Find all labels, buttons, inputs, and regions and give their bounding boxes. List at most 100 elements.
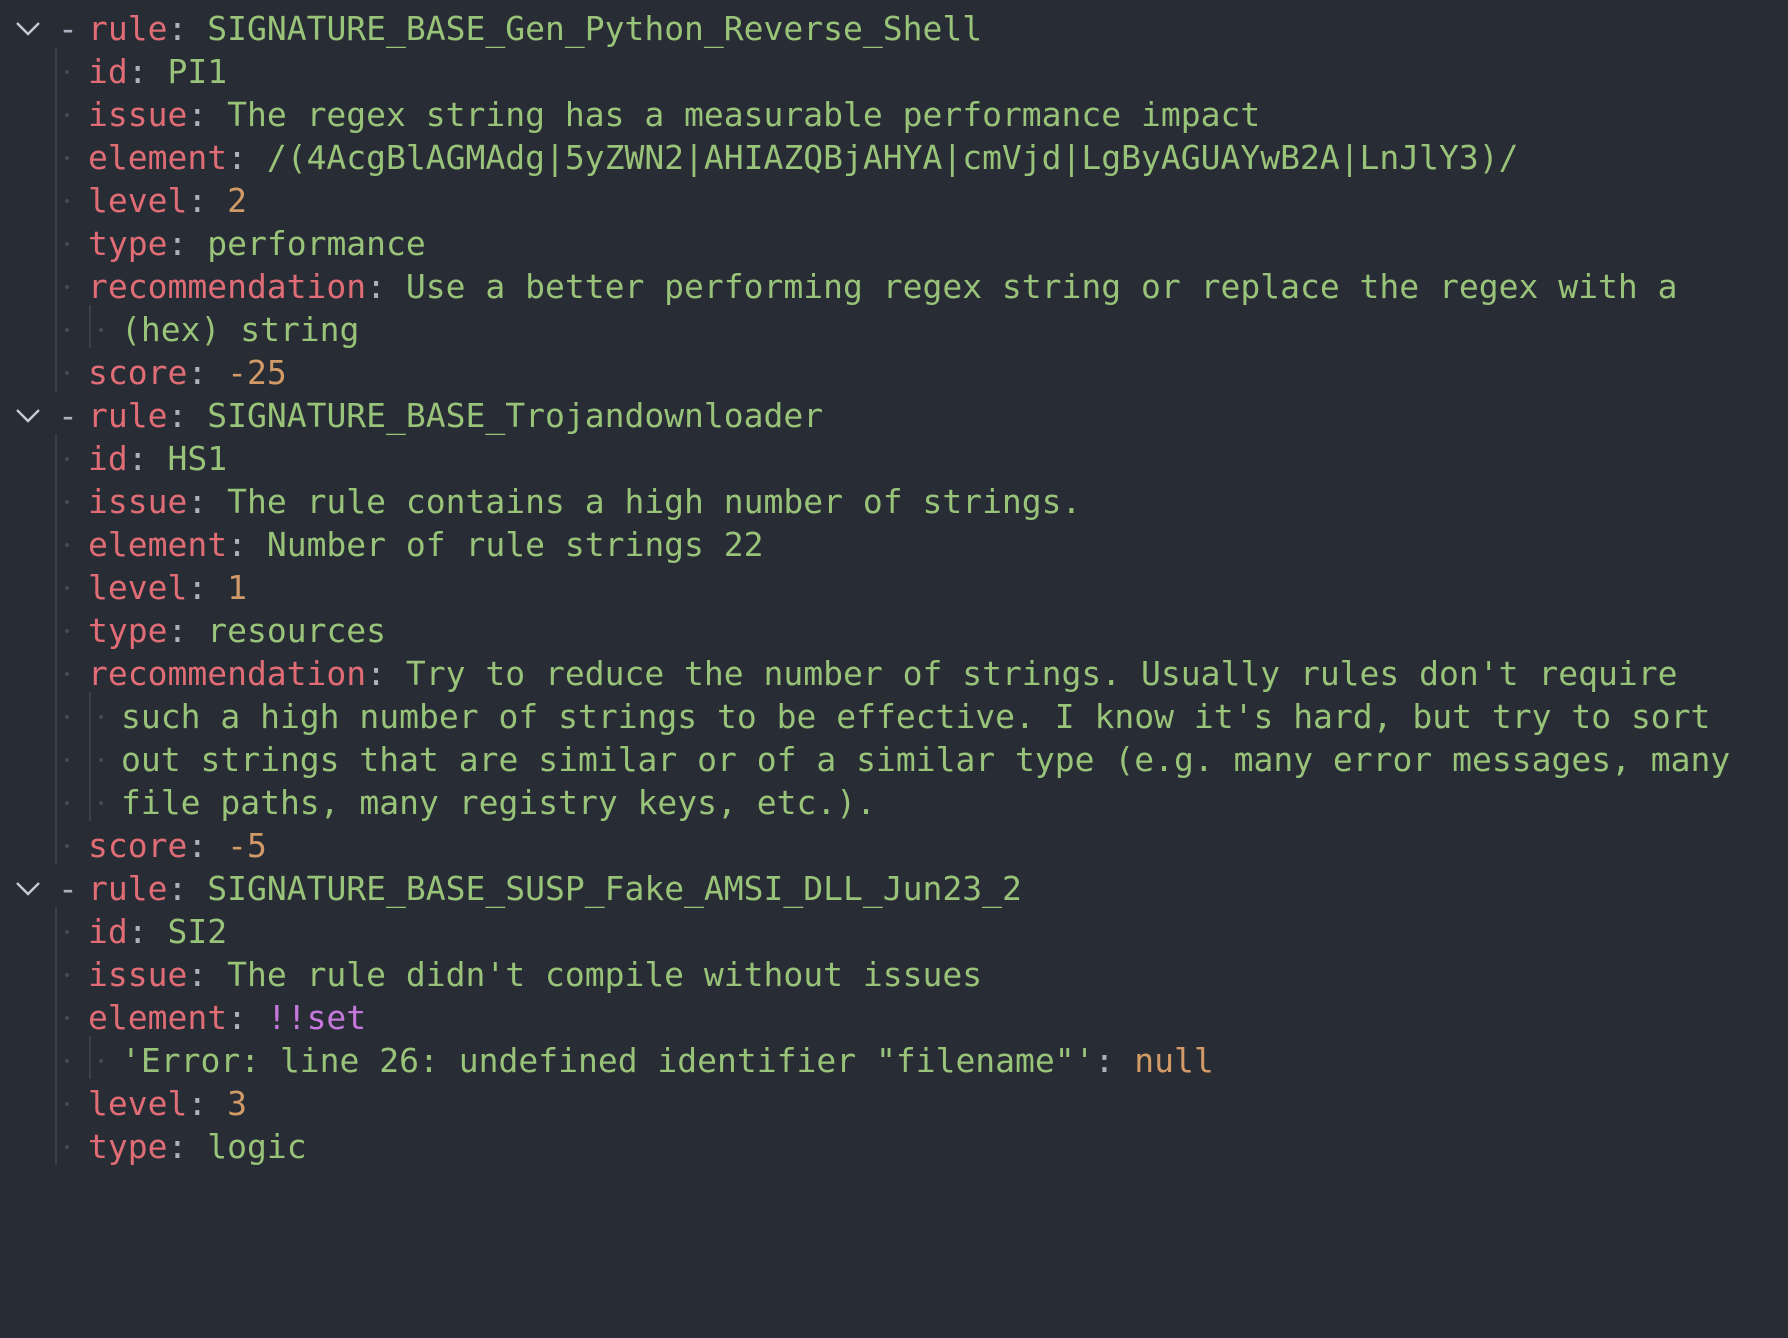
code-line[interactable]: issue: The rule contains a high number o… (0, 477, 1788, 526)
indent-guide (55, 305, 57, 348)
indent-guide (55, 606, 57, 649)
value-text: /(4AcgBlAGMAdg|5yZWN2|AHIAZQBjAHYA|cmVjd… (266, 138, 1519, 177)
code-line[interactable]: type: performance (0, 219, 1788, 268)
whitespace-marker (62, 219, 79, 268)
value-text: 2 (227, 181, 247, 220)
code-line[interactable]: (hex) string (0, 305, 1788, 354)
code-line[interactable]: - rule: SIGNATURE_BASE_SUSP_Fake_AMSI_DLL… (0, 864, 1788, 913)
indent-guide (89, 735, 91, 778)
code-line[interactable]: type: resources (0, 606, 1788, 655)
key-text: type (88, 611, 168, 650)
key-value-pair: recommendation: Use a better performing … (88, 262, 1677, 311)
whitespace-marker (62, 993, 79, 1042)
value-text: PI1 (167, 52, 228, 91)
code-line[interactable]: - rule: SIGNATURE_BASE_Trojandownloader (0, 391, 1788, 440)
indent-guide (55, 821, 57, 864)
value-text: SI2 (167, 912, 228, 951)
whitespace-marker (62, 262, 79, 311)
continuation-text: out strings that are similar or of a sim… (121, 735, 1730, 784)
continuation-text: such a high number of strings to be effe… (121, 692, 1710, 741)
code-line[interactable]: file paths, many registry keys, etc.). (0, 778, 1788, 827)
value-text: SIGNATURE_BASE_SUSP_Fake_AMSI_DLL_Jun23_… (207, 869, 1022, 908)
code-line[interactable]: recommendation: Use a better performing … (0, 262, 1788, 311)
continuation-text: file paths, many registry keys, etc.). (121, 778, 876, 827)
indent-guide (55, 90, 57, 133)
key-text: element (88, 138, 228, 177)
value-text: 'Error: line 26: undefined identifier "f… (121, 1041, 1095, 1080)
chevron-down-icon[interactable] (14, 14, 42, 42)
chevron-down-icon[interactable] (14, 401, 42, 429)
code-editor[interactable]: - rule: SIGNATURE_BASE_Gen_Python_Reverse… (0, 0, 1788, 1338)
code-line[interactable]: 'Error: line 26: undefined identifier "f… (0, 1036, 1788, 1085)
code-line[interactable]: level: 2 (0, 176, 1788, 225)
code-line[interactable]: level: 1 (0, 563, 1788, 612)
key-value-pair: issue: The regex string has a measurable… (88, 90, 1260, 139)
colon: : (187, 482, 228, 521)
whitespace-marker (62, 1079, 79, 1128)
colon: : (187, 826, 228, 865)
indent-guide (55, 219, 57, 262)
key-value-pair: id: HS1 (88, 434, 227, 483)
whitespace-marker (62, 563, 79, 612)
value-text: !!set (266, 998, 367, 1037)
code-line[interactable]: recommendation: Try to reduce the number… (0, 649, 1788, 698)
key-text: issue (88, 955, 188, 994)
whitespace-marker (62, 1036, 79, 1085)
colon: : (227, 138, 267, 177)
whitespace-marker (62, 606, 79, 655)
whitespace-marker (62, 649, 79, 698)
code-line[interactable]: issue: The rule didn't compile without i… (0, 950, 1788, 999)
whitespace-marker (62, 950, 79, 999)
code-line[interactable]: score: -25 (0, 348, 1788, 397)
code-line[interactable]: issue: The regex string has a measurable… (0, 90, 1788, 139)
code-line[interactable]: out strings that are similar or of a sim… (0, 735, 1788, 784)
code-line[interactable]: - rule: SIGNATURE_BASE_Gen_Python_Reverse… (0, 4, 1788, 53)
colon: : (227, 525, 267, 564)
key-value-pair: type: logic (88, 1122, 307, 1171)
whitespace-marker (62, 348, 79, 397)
value-text: logic (207, 1127, 307, 1166)
key-value-pair: score: -5 (88, 821, 267, 870)
code-line[interactable]: element: /(4AcgBlAGMAdg|5yZWN2|AHIAZQBjA… (0, 133, 1788, 182)
key-value-pair: level: 3 (88, 1079, 247, 1128)
indent-guide (89, 692, 91, 735)
key-value-pair: type: performance (88, 219, 426, 268)
colon: : (127, 52, 168, 91)
list-dash: - (58, 9, 78, 48)
key-text: recommendation (88, 654, 367, 693)
continuation-text: (hex) string (121, 305, 359, 354)
value-text: null (1134, 1041, 1214, 1080)
code-line[interactable]: score: -5 (0, 821, 1788, 870)
colon: : (227, 998, 267, 1037)
code-line[interactable]: such a high number of strings to be effe… (0, 692, 1788, 741)
indent-guide (55, 735, 57, 778)
indent-guide (55, 1122, 57, 1165)
value-text: The regex string has a measurable perfor… (227, 95, 1261, 134)
chevron-down-icon[interactable] (14, 874, 42, 902)
value-text: -25 (227, 353, 287, 392)
indent-guide (55, 434, 57, 477)
code-line[interactable]: id: HS1 (0, 434, 1788, 483)
indent-guide (55, 477, 57, 520)
whitespace-marker (96, 305, 113, 354)
code-line[interactable]: type: logic (0, 1122, 1788, 1171)
code-line[interactable]: id: SI2 (0, 907, 1788, 956)
key-text: recommendation (88, 267, 367, 306)
key-value-pair: id: SI2 (88, 907, 227, 956)
key-text: rule (88, 396, 168, 435)
colon: : (366, 267, 406, 306)
whitespace-marker (62, 176, 79, 225)
key-value-pair: element: !!set (88, 993, 366, 1042)
value-text: Use a better performing regex string or … (405, 267, 1678, 306)
key-text: issue (88, 95, 188, 134)
code-line[interactable]: id: PI1 (0, 47, 1788, 96)
colon: : (187, 181, 228, 220)
code-line[interactable]: element: Number of rule strings 22 (0, 520, 1788, 569)
colon: : (167, 611, 208, 650)
colon: : (187, 1084, 228, 1123)
key-text: type (88, 1127, 168, 1166)
code-line[interactable]: level: 3 (0, 1079, 1788, 1128)
indent-guide (55, 649, 57, 692)
indent-guide (55, 47, 57, 90)
code-line[interactable]: element: !!set (0, 993, 1788, 1042)
